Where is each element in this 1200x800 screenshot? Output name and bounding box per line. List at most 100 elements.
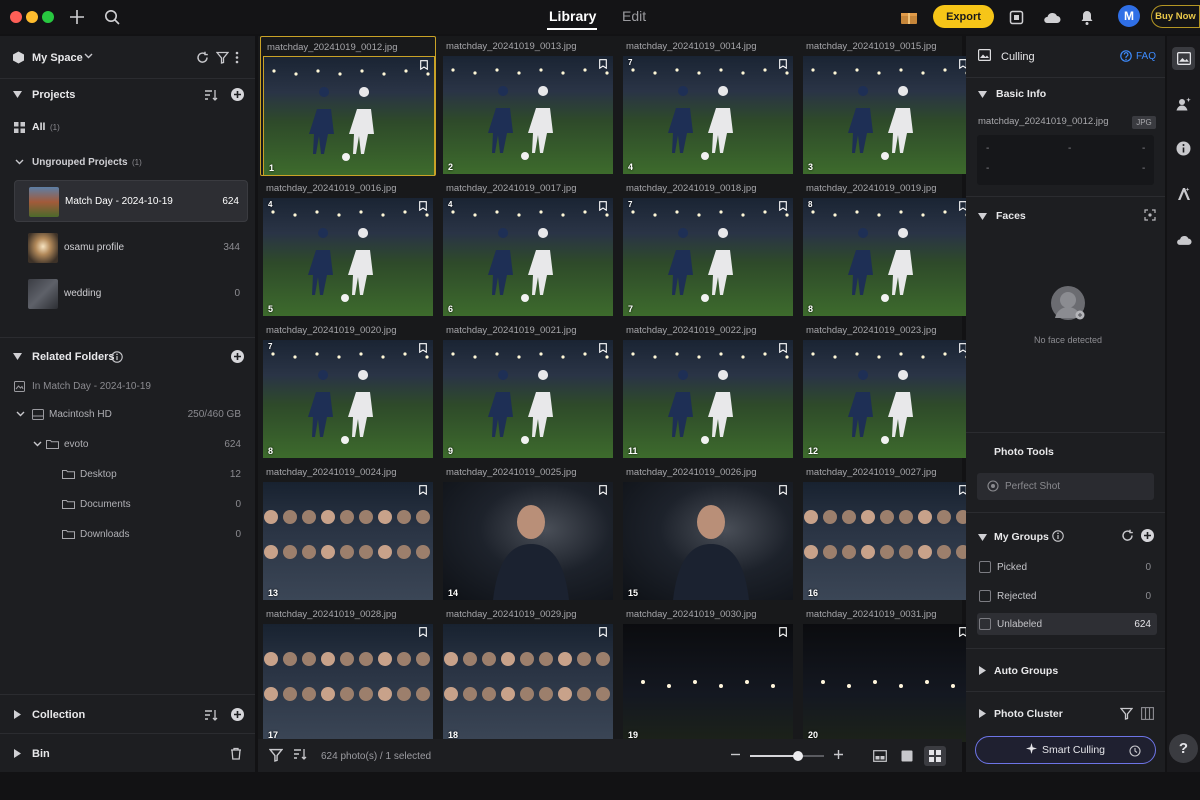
tab-edit[interactable]: Edit: [622, 8, 646, 24]
zoom-in-icon[interactable]: [833, 749, 844, 760]
bookmark-icon[interactable]: [419, 627, 427, 637]
caret-down-icon[interactable]: [978, 533, 987, 543]
photo-tile[interactable]: matchday_20241019_0020.jpg 7 8: [260, 320, 436, 460]
culling-tool-icon[interactable]: [1172, 47, 1195, 70]
bookmark-icon[interactable]: [779, 627, 787, 637]
photo-tile[interactable]: matchday_20241019_0014.jpg 7 4: [620, 36, 796, 176]
folder-item-documents[interactable]: Documents 0: [0, 491, 255, 517]
ungrouped-projects-header[interactable]: Ungrouped Projects (1): [0, 149, 255, 175]
export-button[interactable]: Export: [933, 5, 994, 28]
bookmark-icon[interactable]: [779, 343, 787, 353]
history-icon[interactable]: [1129, 745, 1141, 760]
add-folder-icon[interactable]: [231, 350, 244, 363]
photo-tile[interactable]: matchday_20241019_0027.jpg 16: [800, 462, 976, 602]
collection-header[interactable]: Collection: [0, 702, 255, 728]
filter-icon[interactable]: [1120, 707, 1133, 720]
filter-icon[interactable]: [216, 51, 229, 64]
zoom-slider[interactable]: [750, 751, 824, 761]
share-icon[interactable]: [1005, 6, 1027, 28]
bookmark-icon[interactable]: [779, 201, 787, 211]
photo-thumbnail[interactable]: 18: [443, 624, 613, 742]
more-options-icon[interactable]: [235, 51, 239, 64]
photo-thumbnail[interactable]: 46: [443, 198, 613, 316]
photo-thumbnail[interactable]: 88: [803, 198, 973, 316]
photo-tile[interactable]: matchday_20241019_0028.jpg 17: [260, 604, 436, 744]
photo-tile[interactable]: matchday_20241019_0023.jpg 12: [800, 320, 976, 460]
single-view-button[interactable]: [896, 746, 918, 766]
group-item-rejected[interactable]: Rejected 0: [977, 585, 1157, 607]
project-item-osamu-profile[interactable]: osamu profile 344: [14, 227, 248, 269]
user-avatar[interactable]: M: [1118, 5, 1140, 27]
add-project-icon[interactable]: [231, 88, 244, 101]
portrait-adjust-icon[interactable]: [1172, 92, 1195, 115]
photo-tile[interactable]: matchday_20241019_0018.jpg 7 7: [620, 178, 796, 318]
photo-thumbnail[interactable]: 12: [803, 340, 973, 458]
chevron-down-icon[interactable]: [84, 53, 93, 59]
photo-tile[interactable]: matchday_20241019_0031.jpg 20: [800, 604, 976, 744]
bookmark-icon[interactable]: [599, 59, 607, 69]
photo-thumbnail[interactable]: 17: [263, 624, 433, 742]
sort-icon[interactable]: [204, 89, 218, 101]
photo-tile[interactable]: matchday_20241019_0024.jpg 13: [260, 462, 436, 602]
gift-icon[interactable]: [898, 6, 920, 28]
group-item-unlabeled[interactable]: Unlabeled 624: [977, 613, 1157, 635]
bookmark-icon[interactable]: [419, 201, 427, 211]
folder-item-evoto[interactable]: evoto 624: [0, 431, 255, 457]
photo-tile[interactable]: matchday_20241019_0030.jpg 19: [620, 604, 796, 744]
photo-thumbnail[interactable]: 11: [623, 340, 793, 458]
compare-view-button[interactable]: [869, 746, 891, 766]
bookmark-icon[interactable]: [419, 485, 427, 495]
info-icon[interactable]: [1052, 530, 1064, 542]
group-item-picked[interactable]: Picked 0: [977, 556, 1157, 578]
photo-tile[interactable]: matchday_20241019_0021.jpg 9: [440, 320, 616, 460]
zoom-window-button[interactable]: [42, 11, 54, 23]
info-icon[interactable]: [111, 351, 123, 363]
photo-thumbnail[interactable]: 16: [803, 482, 973, 600]
photo-thumbnail[interactable]: 15: [623, 482, 793, 600]
photo-tile[interactable]: matchday_20241019_0013.jpg 2: [440, 36, 616, 176]
photo-tile[interactable]: matchday_20241019_0019.jpg 8 8: [800, 178, 976, 318]
sort-icon[interactable]: [293, 748, 307, 760]
buy-now-button[interactable]: Buy Now: [1151, 5, 1200, 28]
columns-icon[interactable]: [1141, 707, 1154, 720]
photo-thumbnail[interactable]: 14: [443, 482, 613, 600]
caret-down-icon[interactable]: [978, 212, 987, 222]
help-circle-icon[interactable]: [1120, 50, 1132, 62]
photo-tile[interactable]: matchday_20241019_0015.jpg 3: [800, 36, 976, 176]
caret-right-icon[interactable]: [979, 709, 986, 720]
projects-header[interactable]: Projects: [0, 82, 255, 108]
checkbox[interactable]: [979, 561, 991, 573]
bell-icon[interactable]: [1076, 6, 1098, 28]
sort-icon[interactable]: [204, 709, 218, 721]
ai-tool-icon[interactable]: [1172, 182, 1195, 205]
photo-thumbnail[interactable]: 45: [263, 198, 433, 316]
refresh-icon[interactable]: [196, 51, 209, 64]
photo-thumbnail[interactable]: 13: [263, 482, 433, 600]
face-scan-icon[interactable]: [1144, 209, 1156, 221]
photo-tile[interactable]: matchday_20241019_0017.jpg 4 6: [440, 178, 616, 318]
photo-thumbnail[interactable]: 78: [263, 340, 433, 458]
faq-link[interactable]: FAQ: [1136, 51, 1156, 62]
photo-tile[interactable]: matchday_20241019_0012.jpg 1: [260, 36, 436, 176]
photo-thumbnail[interactable]: 9: [443, 340, 613, 458]
bin-header[interactable]: Bin: [0, 741, 255, 767]
checkbox[interactable]: [979, 590, 991, 602]
project-item-wedding[interactable]: wedding 0: [14, 273, 248, 315]
photo-tile[interactable]: matchday_20241019_0026.jpg 15: [620, 462, 796, 602]
smart-culling-button[interactable]: Smart Culling: [975, 736, 1156, 764]
zoom-slider-handle[interactable]: [793, 751, 804, 761]
bookmark-icon[interactable]: [419, 343, 427, 353]
filter-icon[interactable]: [269, 748, 283, 762]
photo-thumbnail[interactable]: 77: [623, 198, 793, 316]
info-panel-icon[interactable]: [1172, 137, 1195, 160]
photo-tile[interactable]: matchday_20241019_0016.jpg 4 5: [260, 178, 436, 318]
cloud-icon[interactable]: [1041, 6, 1063, 28]
caret-right-icon[interactable]: [979, 666, 986, 677]
bookmark-icon[interactable]: [599, 201, 607, 211]
bookmark-icon[interactable]: [779, 485, 787, 495]
photo-thumbnail[interactable]: 20: [803, 624, 973, 742]
grid-view-button[interactable]: [924, 746, 946, 766]
close-window-button[interactable]: [10, 11, 22, 23]
minimize-window-button[interactable]: [26, 11, 38, 23]
bookmark-icon[interactable]: [599, 627, 607, 637]
